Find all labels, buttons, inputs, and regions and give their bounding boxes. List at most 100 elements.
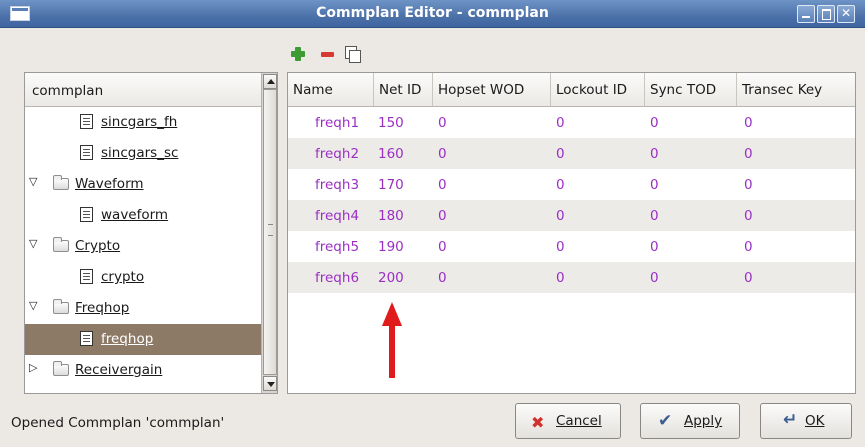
scrollbar-thumb[interactable] [263,89,277,375]
cell-hopset-wod[interactable]: 0 [438,177,447,193]
ok-button-label: OK [805,413,825,429]
column-header-lockout-id[interactable]: Lockout ID [551,73,645,106]
cell-lockout-id[interactable]: 0 [556,177,565,193]
cell-sync-tod[interactable]: 0 [650,146,659,162]
expanded-triangle-icon[interactable]: ▽ [29,237,37,250]
tree-item-label: sincgars_fh [101,114,178,130]
cancel-button[interactable]: ✖ Cancel [515,403,621,439]
cell-name[interactable]: freqh6 [315,270,359,286]
cell-lockout-id[interactable]: 0 [556,270,565,286]
scroll-up-arrow-icon[interactable] [263,74,277,89]
cell-net-id[interactable]: 200 [378,270,404,286]
tree-item-label: Crypto [75,238,121,254]
cell-sync-tod[interactable]: 0 [650,115,659,131]
cell-hopset-wod[interactable]: 0 [438,208,447,224]
ok-button[interactable]: ↵ OK [760,403,852,439]
cell-lockout-id[interactable]: 0 [556,115,565,131]
tree-item-label: crypto [101,269,145,285]
cancel-x-icon: ✖ [531,413,545,432]
cell-transec-key[interactable]: 0 [744,208,753,224]
apply-button-label: Apply [684,413,723,429]
table-row[interactable]: freqh2 160 0 0 0 0 [288,138,855,169]
table-row[interactable]: freqh3 170 0 0 0 0 [288,169,855,200]
tree-item-freqhop-folder[interactable]: ▽ Freqhop [25,293,261,324]
tree-item-receivergain-folder[interactable]: ▷ Receivergain [25,355,261,386]
tree-item-sincgars-sc[interactable]: sincgars_sc [25,138,261,169]
table-row[interactable]: freqh5 190 0 0 0 0 [288,231,855,262]
cell-lockout-id[interactable]: 0 [556,146,565,162]
tree-item-waveform[interactable]: waveform [25,200,261,231]
column-header-sync-tod[interactable]: Sync TOD [645,73,737,106]
remove-icon[interactable] [320,46,336,62]
maximize-icon[interactable] [817,5,835,23]
red-arrow-icon [382,302,402,378]
cell-lockout-id[interactable]: 0 [556,208,565,224]
cell-lockout-id[interactable]: 0 [556,239,565,255]
tree-item-label: waveform [101,207,169,223]
tree-item-crypto[interactable]: crypto [25,262,261,293]
cell-net-id[interactable]: 190 [378,239,404,255]
cell-net-id[interactable]: 170 [378,177,404,193]
document-icon [80,269,93,284]
collapsed-triangle-icon[interactable]: ▷ [29,361,37,374]
document-icon [80,207,93,222]
tree-item-sincgars-fh[interactable]: sincgars_fh [25,107,261,138]
cell-name[interactable]: freqh2 [315,146,359,162]
table-header: Name Net ID Hopset WOD Lockout ID Sync T… [288,73,855,107]
column-header-name[interactable]: Name [288,73,374,106]
table-row[interactable]: freqh6 200 0 0 0 0 [288,262,855,293]
cell-sync-tod[interactable]: 0 [650,239,659,255]
apply-button[interactable]: ✔ Apply [640,403,740,439]
cell-net-id[interactable]: 150 [378,115,404,131]
title-bar: Commplan Editor - commplan [0,0,865,28]
minimize-icon[interactable] [797,5,815,23]
cell-name[interactable]: freqh3 [315,177,359,193]
cancel-button-label: Cancel [556,413,602,429]
close-icon[interactable] [837,5,855,23]
cell-net-id[interactable]: 180 [378,208,404,224]
cell-hopset-wod[interactable]: 0 [438,239,447,255]
expanded-triangle-icon[interactable]: ▽ [29,299,37,312]
tree-item-label: freqhop [101,331,154,347]
cell-transec-key[interactable]: 0 [744,239,753,255]
cell-transec-key[interactable]: 0 [744,146,753,162]
scroll-down-arrow-icon[interactable] [263,376,277,391]
folder-icon [53,361,69,376]
folder-icon [53,299,69,314]
status-message: Opened Commplan 'commplan' [11,415,225,431]
tree-scrollbar[interactable] [261,73,277,393]
tree-item-label: sincgars_sc [101,145,179,161]
cell-name[interactable]: freqh1 [315,115,359,131]
table-row[interactable]: freqh4 180 0 0 0 0 [288,200,855,231]
document-icon [80,145,93,160]
cell-hopset-wod[interactable]: 0 [438,270,447,286]
copy-icon[interactable] [344,46,361,63]
cell-sync-tod[interactable]: 0 [650,270,659,286]
tree-item-freqhop[interactable]: freqhop [25,324,261,355]
tree-item-waveform-folder[interactable]: ▽ Waveform [25,169,261,200]
column-header-transec-key[interactable]: Transec Key [737,73,855,106]
enter-arrow-icon: ↵ [783,410,798,430]
tree-item-label: Freqhop [75,300,130,316]
column-header-hopset-wod[interactable]: Hopset WOD [433,73,551,106]
cell-hopset-wod[interactable]: 0 [438,115,447,131]
window-title: Commplan Editor - commplan [316,5,549,21]
cell-name[interactable]: freqh5 [315,239,359,255]
cell-sync-tod[interactable]: 0 [650,208,659,224]
cell-transec-key[interactable]: 0 [744,177,753,193]
cell-transec-key[interactable]: 0 [744,115,753,131]
freqhop-table: Name Net ID Hopset WOD Lockout ID Sync T… [287,72,856,394]
tree-item-crypto-folder[interactable]: ▽ Crypto [25,231,261,262]
table-row[interactable]: freqh1 150 0 0 0 0 [288,107,855,138]
cell-name[interactable]: freqh4 [315,208,359,224]
add-icon[interactable] [290,46,306,62]
expanded-triangle-icon[interactable]: ▽ [29,175,37,188]
cell-sync-tod[interactable]: 0 [650,177,659,193]
cell-net-id[interactable]: 160 [378,146,404,162]
document-icon [80,114,93,129]
tree-item-label: Receivergain [75,362,163,378]
column-header-net-id[interactable]: Net ID [374,73,433,106]
tree-header[interactable]: commplan [25,73,261,107]
cell-hopset-wod[interactable]: 0 [438,146,447,162]
cell-transec-key[interactable]: 0 [744,270,753,286]
